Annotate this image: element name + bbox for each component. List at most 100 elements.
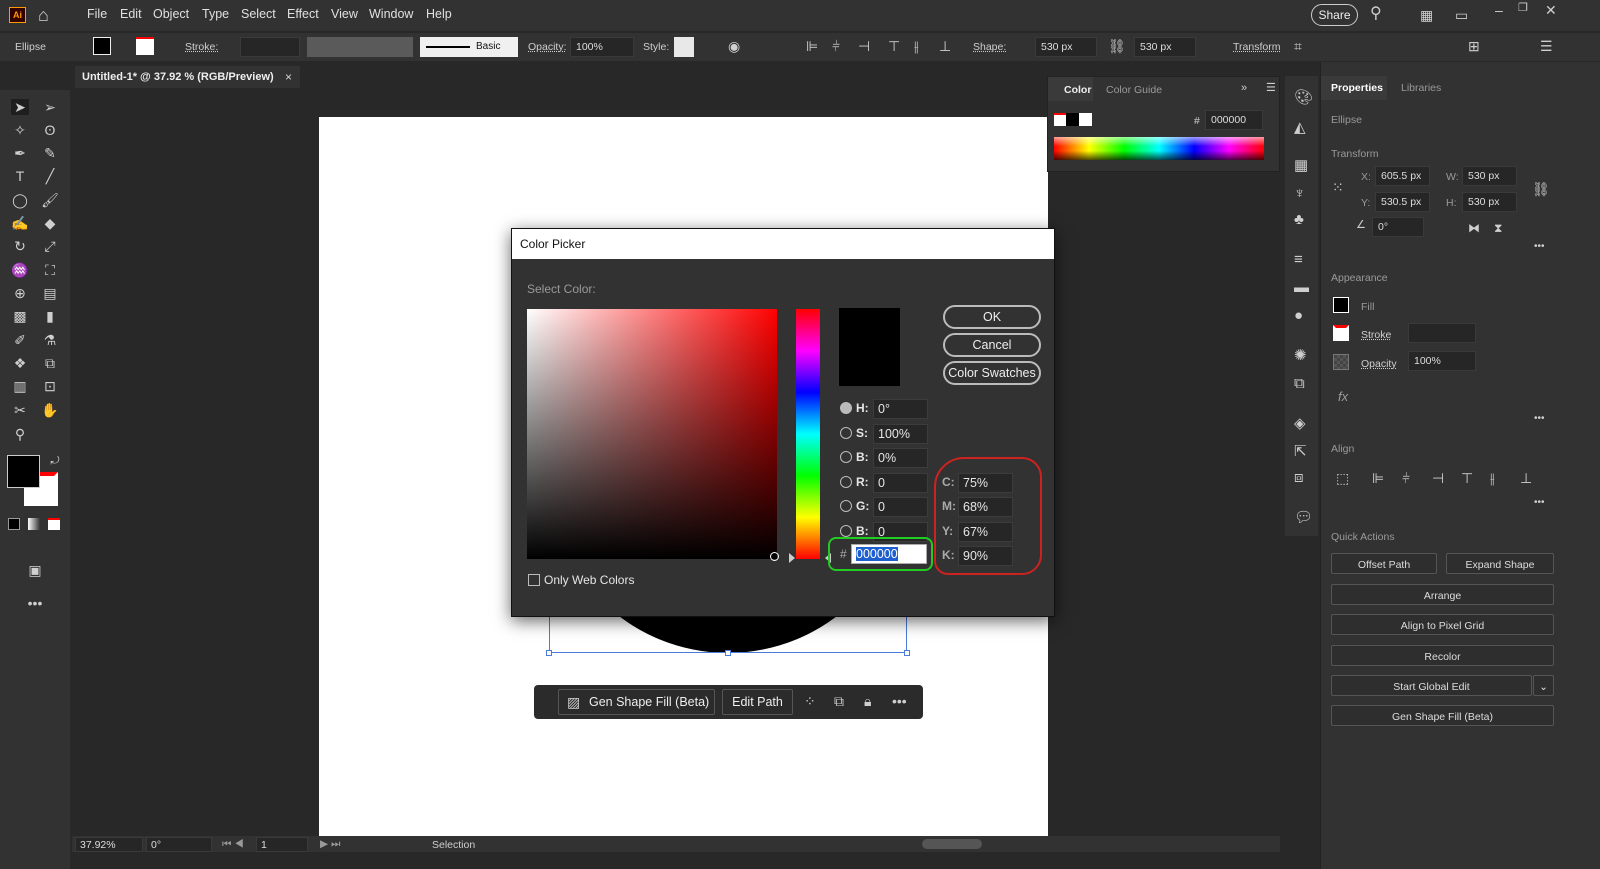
color-spectrum[interactable] [1054, 137, 1264, 160]
align-to-icon[interactable]: ⬚ [1336, 471, 1349, 485]
menu-type[interactable]: Type [202, 7, 229, 21]
mesh-tool-icon[interactable]: ▩ [11, 308, 29, 324]
stroke-weight-properties[interactable] [1408, 323, 1476, 343]
search-icon[interactable]: ⚲ [1370, 6, 1382, 22]
curvature-tool-icon[interactable]: ✎ [41, 145, 59, 161]
align-pixel-grid-button[interactable]: Align to Pixel Grid [1331, 614, 1554, 635]
home-icon[interactable]: ⌂ [38, 6, 49, 24]
brightness-radio[interactable] [840, 451, 852, 463]
global-edit-dropdown[interactable]: ⌄ [1533, 675, 1554, 696]
collapse-panel-icon[interactable]: » [1241, 83, 1247, 94]
fill-swatch-properties[interactable] [1333, 297, 1349, 313]
eyedropper-icon[interactable]: ✐ [11, 332, 29, 348]
menu-object[interactable]: Object [153, 7, 189, 21]
menu-effect[interactable]: Effect [287, 7, 319, 21]
pen-tool-icon[interactable]: ✒ [11, 145, 29, 161]
edit-path-button[interactable]: Edit Path [722, 689, 793, 715]
panel-icon[interactable]: ▭ [1455, 8, 1468, 22]
more-options-icon[interactable]: ••• [892, 694, 907, 708]
slice-tool-icon[interactable]: ⧉ [41, 355, 59, 371]
warp-tool-icon[interactable]: ♒ [11, 262, 29, 278]
opacity-label[interactable]: Opacity: [528, 41, 567, 53]
artboard-tool-icon[interactable]: ⊡ [41, 378, 59, 394]
brushes-icon[interactable]: ♆ [1294, 186, 1305, 201]
saturation-field[interactable]: 100% [873, 423, 928, 444]
hue-field[interactable]: 0° [873, 399, 928, 419]
white-swatch[interactable] [1079, 113, 1092, 126]
none-mode-icon[interactable] [48, 518, 60, 530]
shape-height-field[interactable]: 530 px [1134, 37, 1196, 57]
saturation-radio[interactable] [840, 426, 852, 439]
swatches-icon[interactable]: ▦ [1294, 158, 1308, 173]
align-hcenter-icon[interactable]: ⫩ [832, 39, 840, 53]
graphic-styles-icon[interactable]: ⧉ [1294, 376, 1305, 391]
menu-edit[interactable]: Edit [120, 7, 142, 21]
color-mode-icon[interactable] [8, 518, 20, 530]
shape-builder-icon[interactable]: ⊕ [11, 285, 29, 301]
fill-swatch[interactable] [93, 37, 111, 55]
x-field[interactable]: 605.5 px [1375, 166, 1430, 186]
symbols-icon[interactable]: ♣ [1294, 212, 1304, 227]
gradient-mode-icon[interactable] [28, 518, 40, 530]
stroke-panel-icon[interactable]: ≡ [1294, 252, 1303, 267]
fx-button[interactable]: fx [1338, 389, 1348, 404]
layers-icon[interactable]: ◈ [1294, 416, 1306, 431]
resize-handle[interactable] [725, 650, 731, 656]
duplicate-icon[interactable]: ⧉ [834, 694, 844, 708]
screen-mode-icon[interactable]: ▣ [26, 562, 44, 578]
status-mode[interactable]: Selection [432, 839, 475, 851]
red-field[interactable]: 0 [873, 472, 928, 493]
selection-tool-icon[interactable]: ➤ [11, 99, 29, 115]
rotate-field[interactable]: 0° [1372, 217, 1424, 237]
knife-tool-icon[interactable]: ✂ [11, 402, 29, 418]
tab-color-guide[interactable]: Color Guide [1106, 84, 1162, 96]
opacity-field[interactable]: 100% [570, 37, 634, 57]
align-left-properties-icon[interactable]: ⊫ [1372, 471, 1384, 485]
shape-width-field[interactable]: 530 px [1035, 37, 1097, 57]
y-field[interactable]: 530.5 px [1375, 192, 1430, 212]
w-field[interactable]: 530 px [1462, 166, 1517, 186]
hex-field[interactable]: 000000 [1205, 110, 1263, 130]
align-top-icon[interactable]: ⊤ [888, 39, 900, 53]
menu-select[interactable]: Select [241, 7, 276, 21]
blue-radio[interactable] [840, 524, 852, 537]
gradient-tool-icon[interactable]: ▮ [41, 308, 59, 324]
offset-path-button[interactable]: Offset Path [1331, 553, 1437, 574]
artboard-number-field[interactable]: 1 [256, 837, 308, 852]
menu-list-icon[interactable]: ☰ [1540, 39, 1553, 53]
color-guide-icon[interactable]: ◭ [1294, 120, 1306, 135]
comments-icon[interactable]: 💬︎ [1294, 510, 1313, 525]
ok-button[interactable]: OK [943, 305, 1041, 329]
direct-selection-tool-icon[interactable]: ➢ [41, 99, 59, 115]
export-icon[interactable]: ⇱ [1294, 444, 1307, 459]
line-tool-icon[interactable]: ╱ [41, 168, 59, 184]
more-appearance-icon[interactable]: ••• [1534, 414, 1545, 424]
link-icon[interactable]: ⛓ [1108, 39, 1126, 53]
resize-handle[interactable] [904, 650, 910, 656]
menu-window[interactable]: Window [369, 7, 413, 21]
panel-menu-icon[interactable]: ☰ [1266, 83, 1276, 94]
menu-view[interactable]: View [331, 7, 358, 21]
color-swatches-button[interactable]: Color Swatches [943, 361, 1041, 385]
transform-link[interactable]: Transform [1233, 41, 1280, 53]
hue-slider[interactable] [796, 309, 820, 559]
align-bottom-properties-icon[interactable]: ⊥ [1520, 471, 1532, 485]
align-center-properties-icon[interactable]: ⫩ [1402, 471, 1410, 485]
last-artboard-icon[interactable]: ▶ ⏭ [320, 838, 340, 851]
black-swatch[interactable] [1066, 113, 1079, 126]
more-align-icon[interactable]: ••• [1534, 498, 1545, 508]
cancel-button[interactable]: Cancel [943, 333, 1041, 357]
close-window-icon[interactable]: ✕ [1545, 3, 1557, 17]
shape-label[interactable]: Shape: [973, 41, 1006, 53]
minimize-icon[interactable]: – [1495, 3, 1503, 17]
free-transform-icon[interactable]: ⛶ [41, 262, 59, 278]
only-web-colors-checkbox[interactable] [528, 574, 540, 586]
align-vcenter-icon[interactable]: ⫲ [914, 39, 919, 53]
reference-point-icon[interactable]: ⁙ [1332, 180, 1344, 194]
none-swatch[interactable] [1054, 113, 1066, 126]
graphic-style-swatch[interactable] [674, 37, 694, 57]
gen-shape-fill-button[interactable]: ▨ Gen Shape Fill (Beta) [558, 689, 715, 715]
stroke-swatch[interactable] [136, 37, 154, 55]
flip-horizontal-icon[interactable]: ⧓ [1468, 222, 1480, 234]
graph-tool-icon[interactable]: ▥ [11, 378, 29, 394]
